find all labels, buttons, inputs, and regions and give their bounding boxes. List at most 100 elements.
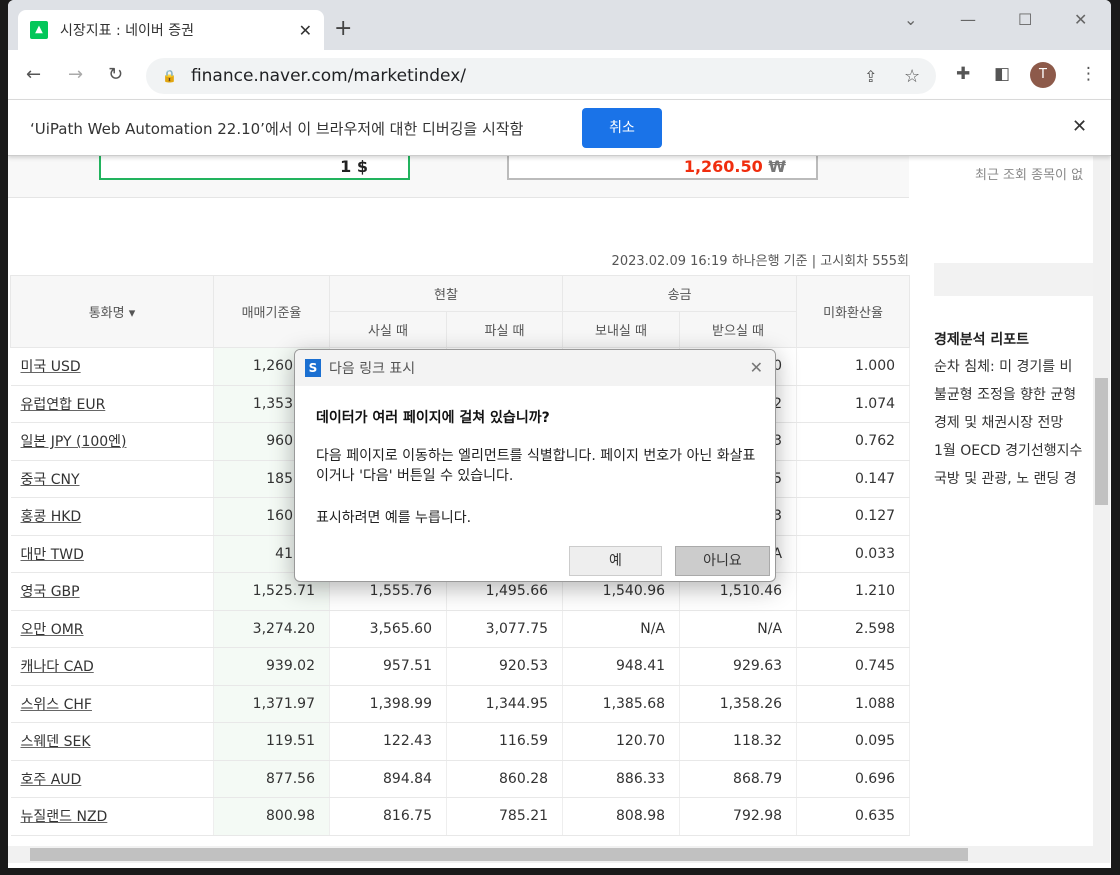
- rate-cell: 3,274.20: [213, 610, 330, 648]
- currency-name: 중국 CNY: [10, 460, 214, 498]
- tab-active[interactable]: ▲ 시장지표 : 네이버 증권 ✕: [18, 10, 324, 50]
- rate-cell: 0.762: [796, 422, 911, 461]
- header-receive: 받으실 때: [679, 311, 798, 348]
- rate-cell: 877.56: [213, 760, 330, 798]
- rate-cell: 1.074: [796, 385, 911, 423]
- header-sell: 파실 때: [445, 311, 564, 348]
- bookmark-star-icon[interactable]: ☆: [904, 66, 920, 87]
- rate-cell: 1,344.95: [446, 685, 564, 723]
- close-dialog-icon[interactable]: ✕: [750, 358, 763, 377]
- horizontal-scrollbar[interactable]: [8, 846, 1110, 863]
- report-title: 경제분석 리포트: [934, 332, 1030, 348]
- rate-cell: 1.088: [796, 685, 911, 723]
- currency-link[interactable]: 중국 CNY: [21, 472, 80, 488]
- rate-cell: 948.41: [562, 647, 681, 686]
- currency-name: 미국 USD: [10, 347, 214, 386]
- rate-cell: 0.696: [796, 760, 911, 798]
- rate-cell: 957.51: [329, 647, 447, 686]
- rate-cell: 1.210: [796, 572, 911, 611]
- header-remit: 송금: [562, 275, 798, 312]
- rate-cell: 792.98: [679, 797, 798, 836]
- new-tab-icon[interactable]: +: [334, 16, 352, 41]
- no-button[interactable]: 아니요: [675, 546, 770, 576]
- share-icon[interactable]: ⇪: [864, 67, 877, 86]
- rate-cell: 800.98: [213, 797, 330, 836]
- forward-icon[interactable]: →: [68, 64, 83, 85]
- table-row: 뉴질랜드 NZD 800.98 816.75 785.21 808.98 792.98 0.…: [10, 797, 911, 836]
- rate-cell: 939.02: [213, 647, 330, 686]
- tab-title: 시장지표 : 네이버 증권: [60, 23, 194, 39]
- currency-name: 호주 AUD: [10, 760, 214, 798]
- converter-from-field[interactable]: 1 $: [99, 156, 410, 180]
- close-window-icon[interactable]: ✕: [1074, 10, 1087, 29]
- currency-name: 일본 JPY (100엔): [10, 422, 214, 461]
- dialog-question: 데이터가 여러 페이지에 걸쳐 있습니까?: [316, 410, 550, 426]
- header-usd-rate: 미화환산율: [796, 275, 911, 348]
- header-buy: 사실 때: [329, 311, 447, 348]
- currency-name: 대만 TWD: [10, 535, 214, 573]
- tab-search-icon[interactable]: ⌄: [904, 10, 917, 29]
- reload-icon[interactable]: ↻: [108, 64, 123, 85]
- vertical-scrollbar[interactable]: [1093, 156, 1110, 846]
- currency-link[interactable]: 대만 TWD: [21, 547, 84, 563]
- rate-cell: 1,385.68: [562, 685, 681, 723]
- currency-link[interactable]: 스위스 CHF: [21, 697, 92, 713]
- rate-cell: 886.33: [562, 760, 681, 798]
- debug-infobar: ‘UiPath Web Automation 22.10’에서 이 브라우저에 …: [8, 100, 1111, 156]
- header-currency[interactable]: 통화명 ▾: [10, 275, 214, 348]
- currency-link[interactable]: 미국 USD: [21, 359, 81, 375]
- currency-link[interactable]: 유럽연합 EUR: [21, 397, 106, 413]
- close-infobar-icon[interactable]: ✕: [1072, 116, 1087, 137]
- next-link-dialog: S 다음 링크 표시 ✕ 데이터가 여러 페이지에 걸쳐 있습니까? 다음 페이…: [294, 349, 776, 582]
- rate-cell: N/A: [562, 610, 681, 648]
- currency-link[interactable]: 캐나다 CAD: [21, 659, 94, 675]
- rate-cell: 0.095: [796, 722, 911, 761]
- sidebar-banner: [934, 263, 1093, 296]
- currency-link[interactable]: 홍콩 HKD: [21, 509, 82, 525]
- report-link[interactable]: 1월 OECD 경기선행지수: [934, 440, 1082, 460]
- maximize-icon[interactable]: ☐: [1018, 10, 1032, 29]
- rate-cell: 119.51: [213, 722, 330, 761]
- rate-cell: 0.635: [796, 797, 911, 836]
- yes-button[interactable]: 예: [569, 546, 662, 576]
- currency-link[interactable]: 스웨덴 SEK: [21, 734, 91, 750]
- rate-cell: 920.53: [446, 647, 564, 686]
- rate-cell: 1,371.97: [213, 685, 330, 723]
- rate-cell: 860.28: [446, 760, 564, 798]
- report-link[interactable]: 경제 및 채권시장 전망: [934, 412, 1063, 432]
- report-link[interactable]: 순차 침체: 미 경기를 비: [934, 356, 1072, 376]
- horizontal-scroll-thumb[interactable]: [30, 848, 968, 861]
- currency-link[interactable]: 영국 GBP: [21, 584, 80, 600]
- report-link[interactable]: 불균형 조정을 향한 균형: [934, 384, 1076, 404]
- url-text[interactable]: finance.naver.com/marketindex/: [191, 66, 466, 86]
- table-row: 호주 AUD 877.56 894.84 860.28 886.33 868.79 0.69…: [10, 760, 911, 798]
- rate-cell: 0.127: [796, 497, 911, 536]
- avatar[interactable]: T: [1030, 62, 1056, 88]
- extensions-icon[interactable]: ✚: [956, 64, 970, 84]
- converter-area: 1 $ 1,260.50 ₩: [8, 156, 909, 198]
- side-panel-icon[interactable]: ◧: [994, 64, 1010, 84]
- header-cash: 현찰: [328, 275, 564, 312]
- to-unit: ₩: [768, 157, 786, 176]
- close-tab-icon[interactable]: ✕: [299, 21, 312, 40]
- table-row: 캐나다 CAD 939.02 957.51 920.53 948.41 929.63 0.7…: [10, 647, 911, 686]
- rate-cell: 929.63: [679, 647, 798, 686]
- vertical-scroll-thumb[interactable]: [1095, 378, 1108, 505]
- minimize-icon[interactable]: —: [960, 10, 976, 29]
- converter-to-field: 1,260.50 ₩: [507, 156, 818, 180]
- currency-link[interactable]: 뉴질랜드 NZD: [21, 809, 108, 825]
- currency-name: 스웨덴 SEK: [10, 722, 214, 761]
- report-link[interactable]: 국방 및 관광, 노 랜딩 경: [934, 468, 1077, 488]
- address-bar[interactable]: 🔒 finance.naver.com/marketindex/ ⇪ ☆: [146, 58, 936, 94]
- lock-icon[interactable]: 🔒: [162, 69, 177, 83]
- currency-link[interactable]: 일본 JPY (100엔): [21, 434, 127, 450]
- rate-cell: 1.000: [796, 347, 911, 386]
- menu-icon[interactable]: ⋮: [1080, 64, 1097, 84]
- rate-cell: 3,565.60: [329, 610, 447, 648]
- dialog-title: 다음 링크 표시: [329, 361, 416, 377]
- back-icon[interactable]: ←: [26, 64, 41, 85]
- currency-link[interactable]: 호주 AUD: [21, 772, 82, 788]
- currency-link[interactable]: 오만 OMR: [21, 622, 84, 638]
- cancel-button[interactable]: 취소: [582, 108, 662, 148]
- dialog-prompt: 표시하려면 예를 누릅니다.: [316, 510, 472, 526]
